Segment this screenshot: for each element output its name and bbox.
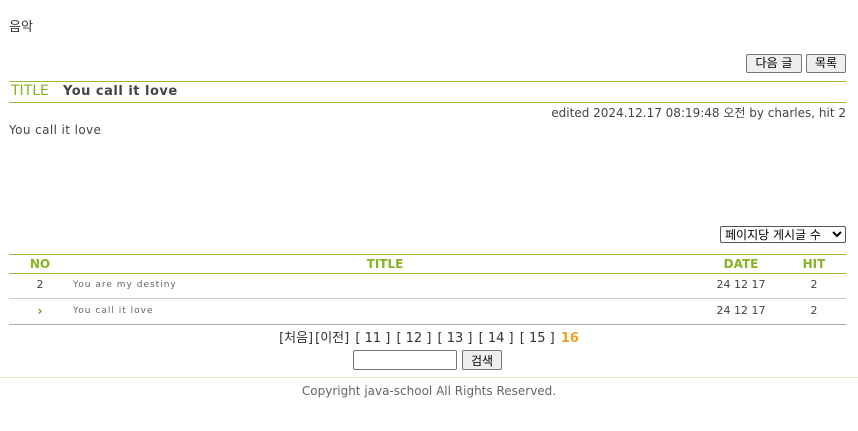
page-link[interactable]: [ 14 ] — [479, 331, 514, 346]
row-no: 2 — [36, 278, 44, 291]
title-label: TITLE — [11, 83, 49, 99]
prev-page-link[interactable]: [이전] — [315, 331, 349, 346]
next-post-button[interactable]: 다음 글 — [746, 54, 802, 73]
row-date: 24 12 17 — [716, 278, 766, 291]
row-hit: 2 — [810, 278, 818, 291]
post-content: You call it love — [9, 123, 102, 137]
board-category: 음악 — [9, 20, 33, 35]
post-meta: edited 2024.12.17 08:19:48 오전 by charles… — [551, 106, 846, 120]
column-header-hit: HIT — [802, 257, 826, 271]
current-post-marker: › — [10, 304, 70, 318]
pagination: [처음] [이전] [ 11 ] [ 12 ] [ 13 ] [ 14 ] [ 1… — [0, 327, 858, 346]
page-link[interactable]: [ 12 ] — [396, 331, 431, 346]
column-header-date: DATE — [723, 257, 759, 271]
search-input[interactable] — [353, 350, 457, 370]
page-link[interactable]: [ 13 ] — [438, 331, 473, 346]
column-header-no: NO — [29, 257, 51, 271]
current-page: 16 — [560, 331, 579, 346]
posts-per-page-select[interactable]: 페이지당 게시글 수 — [720, 226, 846, 243]
chevron-right-icon: › — [37, 304, 43, 318]
column-header-title: TITLE — [366, 257, 404, 271]
post-title: You call it love — [63, 84, 178, 99]
row-hit: 2 — [810, 304, 818, 317]
page-link[interactable]: [ 11 ] — [355, 331, 390, 346]
first-page-link[interactable]: [처음] — [279, 331, 313, 346]
footer-copyright: Copyright java-school All Rights Reserve… — [301, 384, 557, 398]
row-title-link[interactable]: You are my destiny — [73, 280, 177, 290]
table-row: › You call it love 24 12 17 2 — [9, 299, 846, 325]
row-date: 24 12 17 — [716, 304, 766, 317]
table-row: 2 You are my destiny 24 12 17 2 — [9, 273, 846, 299]
list-button[interactable]: 목록 — [806, 54, 846, 73]
footer-divider — [0, 377, 858, 378]
search-button[interactable]: 검색 — [462, 350, 502, 370]
page-link[interactable]: [ 15 ] — [520, 331, 555, 346]
row-title-link[interactable]: You call it love — [73, 306, 153, 316]
